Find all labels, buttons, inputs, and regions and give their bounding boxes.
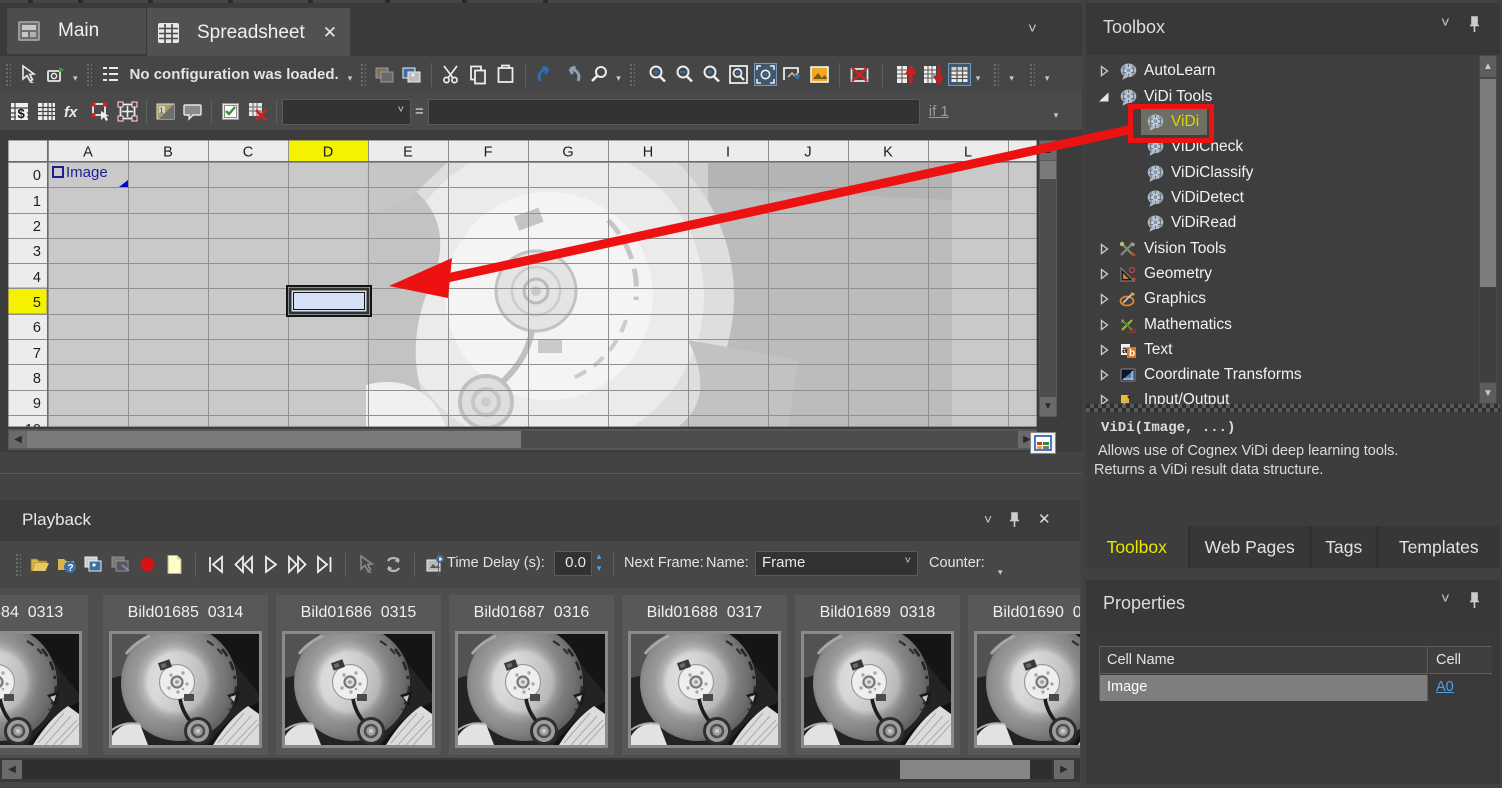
svg-text:J: J [804,145,811,161]
svg-text:5: 5 [33,295,41,311]
svg-text:C: C [243,145,253,161]
svg-text:10: 10 [25,422,41,427]
svg-text:0: 0 [33,168,41,184]
svg-text:1: 1 [33,194,41,210]
svg-text:7: 7 [33,346,41,362]
svg-text:Image: Image [66,164,108,181]
svg-text:3: 3 [33,244,41,260]
svg-text:F: F [484,145,493,161]
svg-text:.01: .01 [1128,329,1137,334]
svg-text:2: 2 [33,219,41,235]
svg-text:1: 1 [160,108,164,115]
svg-text:B: B [163,145,173,161]
svg-text:H: H [643,145,653,161]
svg-text:I: I [726,145,730,161]
svg-text:4: 4 [33,270,41,286]
svg-text:1: 1 [367,565,372,575]
svg-text:9: 9 [33,396,41,412]
svg-text:$: $ [18,106,26,121]
svg-text:6: 6 [33,320,41,336]
svg-text:G: G [562,145,573,161]
svg-text:D: D [323,145,333,161]
svg-text:?: ? [68,563,74,574]
svg-text:x: x [1121,319,1124,325]
svg-text:L: L [964,145,972,161]
svg-text:E: E [403,145,413,161]
svg-text:fx: fx [64,104,78,121]
svg-text:A: A [83,145,93,161]
svg-text:K: K [883,145,893,161]
svg-text:1: 1 [29,75,34,85]
svg-text:b: b [1129,348,1135,359]
svg-text:8: 8 [33,371,41,387]
